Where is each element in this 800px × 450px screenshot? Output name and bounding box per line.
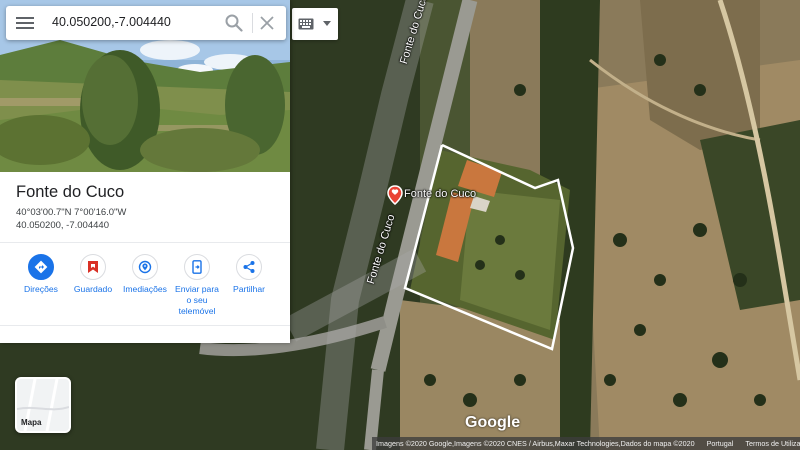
share-label: Partilhar	[233, 284, 265, 294]
pin-label[interactable]: Fonte do Cuco	[404, 188, 476, 200]
nearby-label: Imediações	[123, 284, 167, 294]
place-coordinates-dms: 40°03'00.7"N 7°00'16.0"W	[16, 207, 127, 218]
menu-icon[interactable]	[16, 15, 34, 31]
layer-switch-button[interactable]: Mapa	[15, 377, 71, 433]
share-icon	[236, 254, 262, 280]
country-link[interactable]: Portugal	[707, 439, 734, 448]
send-to-phone-button[interactable]: Enviar para o seu telemóvel	[171, 254, 223, 317]
send-to-phone-label: Enviar para o seu telemóvel	[175, 284, 219, 316]
divider	[0, 325, 290, 326]
attribution-text: Imagens ©2020 Google,Imagens ©2020 CNES …	[376, 439, 695, 448]
share-button[interactable]: Partilhar	[223, 254, 275, 295]
keyboard-icon	[298, 18, 314, 30]
bookmark-icon	[80, 254, 106, 280]
search-icon[interactable]	[225, 14, 243, 32]
terms-link[interactable]: Termos de Utilização	[745, 439, 800, 448]
place-coordinates-decimal: 40.050200, -7.004440	[16, 220, 109, 231]
map-footer: Imagens ©2020 Google,Imagens ©2020 CNES …	[372, 437, 800, 450]
google-logo: Google	[465, 414, 521, 431]
close-icon[interactable]	[259, 15, 275, 31]
layer-switch-label: Mapa	[21, 418, 42, 427]
search-box[interactable]: 40.050200,-7.004440	[6, 6, 286, 40]
nearby-icon	[132, 254, 158, 280]
dropdown-arrow-icon[interactable]	[323, 21, 331, 27]
divider	[0, 242, 290, 243]
save-button[interactable]: Guardado	[67, 254, 119, 295]
place-panel: 40.050200,-7.004440 Fonte do Cuco 40°03'…	[0, 0, 290, 343]
keyboard-shortcuts-toggle[interactable]	[292, 8, 338, 40]
search-input[interactable]: 40.050200,-7.004440	[52, 15, 171, 29]
nearby-button[interactable]: Imediações	[119, 254, 171, 295]
directions-icon	[28, 254, 54, 280]
directions-label: Direções	[24, 284, 58, 294]
send-to-phone-icon	[184, 254, 210, 280]
save-label: Guardado	[73, 284, 113, 294]
directions-button[interactable]: Direções	[15, 254, 67, 295]
place-title: Fonte do Cuco	[16, 183, 125, 201]
collapse-panel-handle[interactable]	[290, 0, 297, 343]
search-divider	[252, 13, 253, 33]
